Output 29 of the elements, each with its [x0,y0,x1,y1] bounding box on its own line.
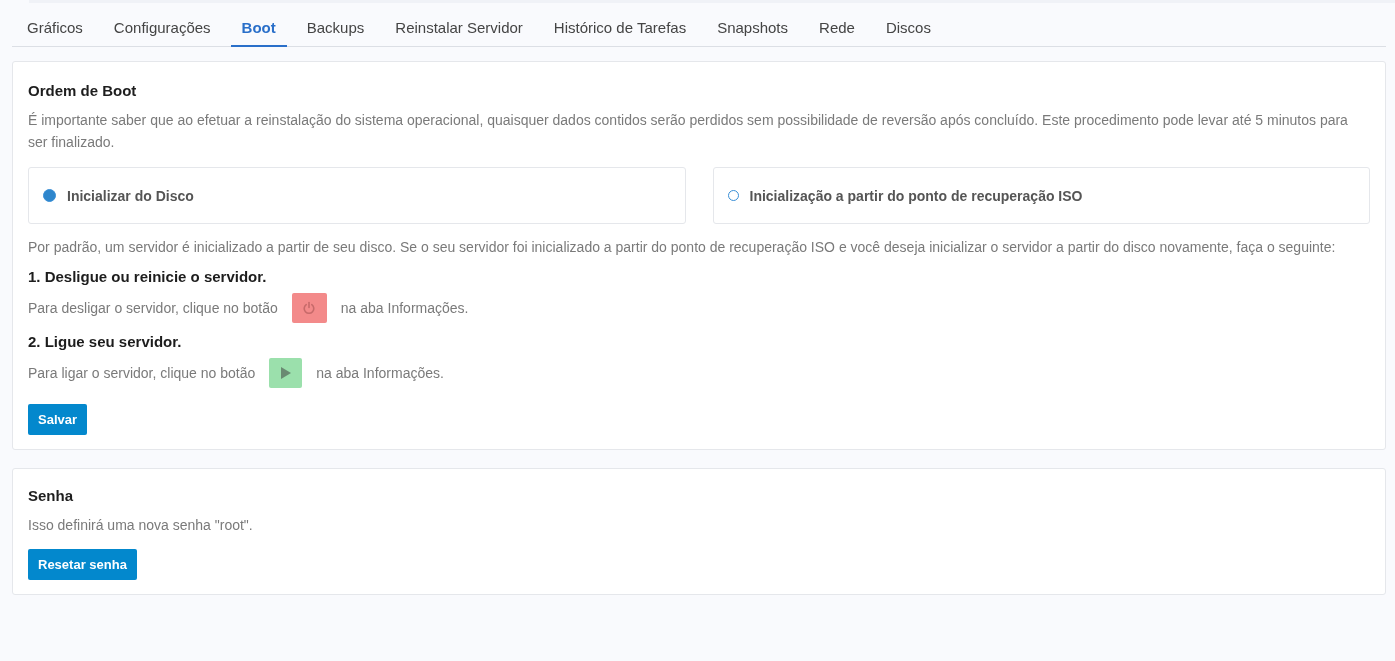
step-heading: 1. Desligue ou reinicie o servidor. [28,268,268,285]
card-title: Senha [28,487,74,504]
tab[interactable]: Reinstalar Servidor [384,17,534,47]
tab[interactable]: Boot [230,17,287,47]
tab[interactable]: Rede [808,17,866,47]
radio-button[interactable] [43,189,56,202]
tab[interactable]: Backups [295,17,376,47]
card-title: Ordem de Boot [28,82,138,99]
step-text: na aba Informações. [316,364,444,383]
tab[interactable]: Snapshots [706,17,800,47]
step-text: Para desligar o servidor, clique no botão [28,299,278,318]
password-description: Isso definirá uma nova senha "root". [28,516,254,535]
step-text: Para ligar o servidor, clique no botão [28,364,256,383]
warning-text: É importante saber que ao efetuar a reinstalação do sistema operacional, quaisquer dados contidos serão perdidos sem possibilidade de reversão após concluído. Este procedimento pode levar até 5 minutos para ser finalizado. [28,111,1349,152]
tab[interactable]: Discos [874,17,942,47]
boot-option[interactable]: Inicialização a partir do ponto de recuperação ISO [712,167,1370,224]
reset-password-button[interactable]: Resetar senha [28,549,137,580]
step-heading: 2. Ligue seu servidor. [28,333,183,350]
boot-option[interactable]: Inicializar do Disco [28,167,686,224]
step-text: na aba Informações. [340,299,469,318]
tab[interactable]: Histórico de Tarefas [542,17,698,47]
description-text: Por padrão, um servidor é inicializado a partir de seu disco. Se o seu servidor foi inicializado a partir do ponto de recuperação ISO e você deseja inicializar o servidor a partir do disco novamente, faça o seguinte: [28,238,1337,257]
tab[interactable]: Configurações [102,17,222,47]
tab[interactable]: Gráficos [16,17,94,47]
save-button[interactable]: Salvar [28,404,88,435]
option-label: Inicializar do Disco [67,187,194,204]
option-label: Inicialização a partir do ponto de recuperação ISO [749,187,1083,204]
play-icon [279,366,292,380]
power-icon [302,301,317,315]
